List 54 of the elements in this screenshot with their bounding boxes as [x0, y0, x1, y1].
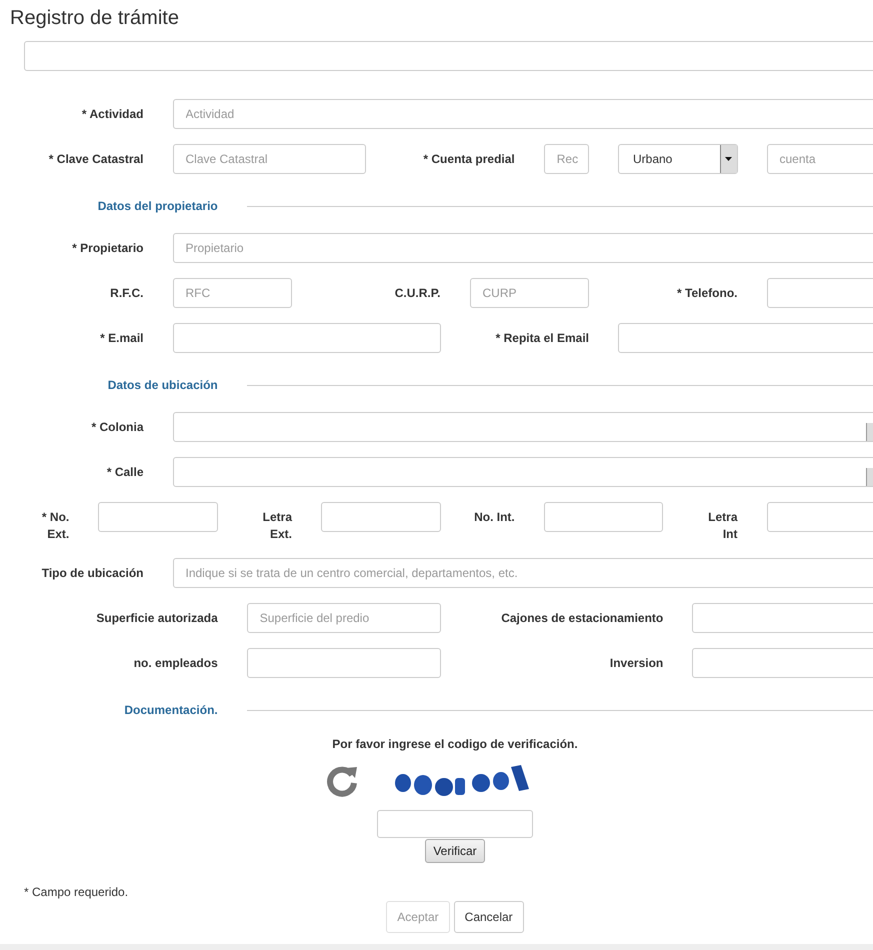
input-field[interactable]	[321, 502, 440, 532]
input-field[interactable]: Superficie del predio	[246, 603, 440, 633]
field-label: R.F.C.	[109, 285, 144, 302]
field-label: Tipo de ubicación	[40, 565, 144, 582]
field-label: * Propietario	[71, 240, 144, 257]
field-label: * Telefono.	[676, 285, 738, 302]
action-button[interactable]: Cancelar	[454, 901, 524, 933]
field-label: * Repita el Email	[494, 330, 589, 347]
input-field[interactable]: Indique si se trata de un centro comercial, departamentos, etc.	[172, 558, 873, 588]
field-label: Letra Int	[707, 509, 738, 543]
input-field[interactable]: Clave Catastral	[172, 144, 366, 174]
field-label: * E.mail	[99, 330, 144, 347]
input-field[interactable]	[246, 648, 440, 678]
field-label: * Actividad	[80, 106, 144, 123]
input-field[interactable]	[766, 502, 873, 532]
select-field[interactable]	[172, 457, 873, 487]
input-field[interactable]	[692, 603, 873, 633]
caret-icon	[725, 157, 732, 161]
captcha-prompt: Por favor ingrese el codigo de verificación.	[332, 737, 578, 751]
input-field[interactable]: cuenta	[766, 144, 873, 174]
input-field[interactable]: Propietario	[172, 233, 873, 263]
input-field[interactable]: Rec	[544, 144, 589, 174]
input-field[interactable]: RFC	[172, 278, 292, 308]
captcha-input[interactable]	[377, 810, 533, 838]
input-field[interactable]: CURP	[470, 278, 589, 308]
input-field[interactable]	[172, 323, 440, 353]
dropdown[interactable]: Urbano	[618, 144, 738, 174]
input-field[interactable]: Actividad	[172, 99, 873, 129]
section-heading: Datos de ubicación	[108, 378, 219, 392]
field-label: * Clave Catastral	[48, 151, 144, 168]
field-label: * No. Ext.	[40, 509, 70, 543]
select-field[interactable]	[172, 412, 873, 442]
refresh-icon[interactable]	[325, 764, 359, 798]
field-label: * Colonia	[90, 419, 144, 436]
verify-button[interactable]: Verificar	[425, 839, 485, 863]
field-label: no. empleados	[132, 655, 218, 672]
section-heading: Datos del propietario	[98, 199, 219, 213]
input-field[interactable]	[692, 648, 873, 678]
field-label: * Calle	[106, 464, 144, 481]
section-heading: Documentación.	[124, 703, 219, 717]
input-field[interactable]	[98, 502, 218, 532]
required-note: * Campo requerido.	[24, 885, 130, 899]
page-title: Registro de trámite	[9, 6, 180, 31]
input-field[interactable]	[544, 502, 664, 532]
field-label: Letra Ext.	[262, 509, 292, 543]
input-field[interactable]	[618, 323, 873, 353]
field-label: Superficie autorizada	[95, 610, 218, 627]
input-field[interactable]	[766, 278, 873, 308]
field-label: C.U.R.P.	[394, 285, 440, 302]
field-label: Inversion	[608, 655, 664, 672]
field-label: No. Int.	[473, 509, 515, 526]
field-label: Cajones de estacionamiento	[500, 610, 664, 627]
select-field[interactable]	[24, 41, 873, 71]
field-label: * Cuenta predial	[422, 151, 515, 168]
